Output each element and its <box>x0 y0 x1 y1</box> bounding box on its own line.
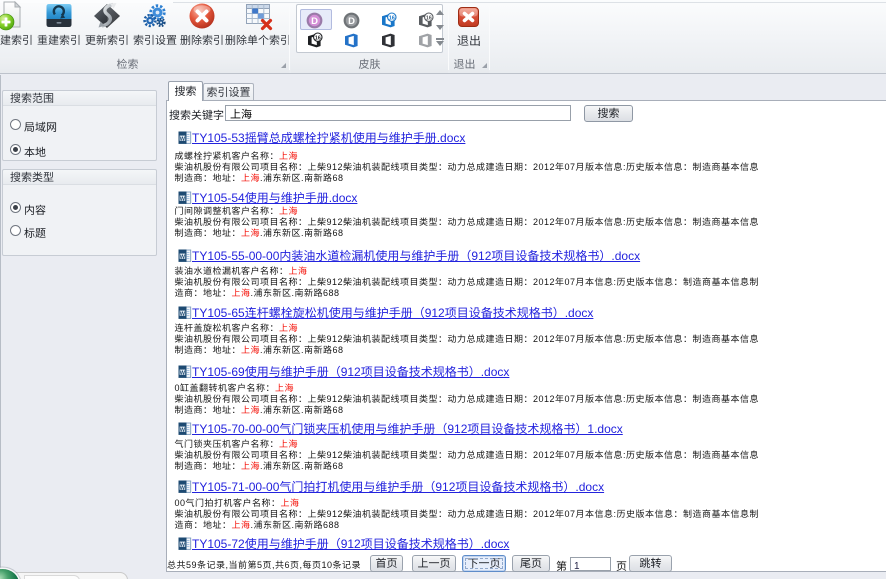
svg-text:W: W <box>179 136 185 142</box>
svg-text:D: D <box>311 16 318 27</box>
svg-text:W: W <box>179 370 185 376</box>
svg-text:16: 16 <box>389 15 395 21</box>
svg-text:16: 16 <box>426 15 432 21</box>
svg-text:W: W <box>179 485 185 491</box>
svg-text:D: D <box>348 16 355 27</box>
svg-text:W: W <box>179 427 185 433</box>
svg-text:16: 16 <box>315 35 321 41</box>
svg-text:W: W <box>179 254 185 260</box>
svg-text:W: W <box>179 311 185 317</box>
svg-text:W: W <box>179 542 185 548</box>
svg-text:W: W <box>179 196 185 202</box>
